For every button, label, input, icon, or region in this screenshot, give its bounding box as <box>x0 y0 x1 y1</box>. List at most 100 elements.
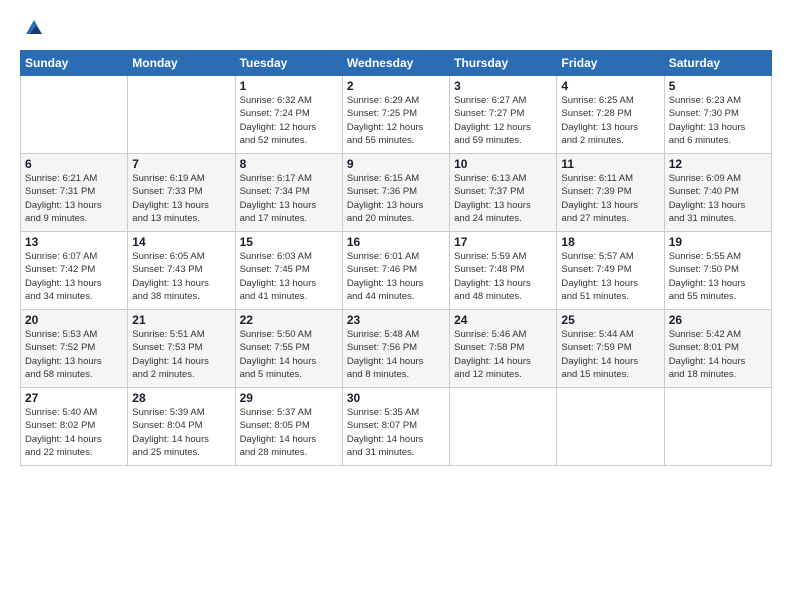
day-info: Sunrise: 6:29 AM Sunset: 7:25 PM Dayligh… <box>347 94 445 147</box>
day-number: 16 <box>347 235 445 249</box>
day-number: 12 <box>669 157 767 171</box>
calendar-cell: 22Sunrise: 5:50 AM Sunset: 7:55 PM Dayli… <box>235 310 342 388</box>
day-info: Sunrise: 5:53 AM Sunset: 7:52 PM Dayligh… <box>25 328 123 381</box>
day-number: 29 <box>240 391 338 405</box>
day-number: 28 <box>132 391 230 405</box>
calendar-cell <box>450 388 557 466</box>
calendar-header-row: SundayMondayTuesdayWednesdayThursdayFrid… <box>21 51 772 76</box>
day-info: Sunrise: 5:57 AM Sunset: 7:49 PM Dayligh… <box>561 250 659 303</box>
calendar-header-thursday: Thursday <box>450 51 557 76</box>
day-info: Sunrise: 5:44 AM Sunset: 7:59 PM Dayligh… <box>561 328 659 381</box>
day-number: 2 <box>347 79 445 93</box>
day-info: Sunrise: 6:03 AM Sunset: 7:45 PM Dayligh… <box>240 250 338 303</box>
calendar-cell: 5Sunrise: 6:23 AM Sunset: 7:30 PM Daylig… <box>664 76 771 154</box>
calendar-cell <box>128 76 235 154</box>
calendar-cell: 4Sunrise: 6:25 AM Sunset: 7:28 PM Daylig… <box>557 76 664 154</box>
calendar-cell: 27Sunrise: 5:40 AM Sunset: 8:02 PM Dayli… <box>21 388 128 466</box>
day-number: 14 <box>132 235 230 249</box>
calendar-week-3: 20Sunrise: 5:53 AM Sunset: 7:52 PM Dayli… <box>21 310 772 388</box>
calendar-cell: 30Sunrise: 5:35 AM Sunset: 8:07 PM Dayli… <box>342 388 449 466</box>
calendar-week-4: 27Sunrise: 5:40 AM Sunset: 8:02 PM Dayli… <box>21 388 772 466</box>
page: SundayMondayTuesdayWednesdayThursdayFrid… <box>0 0 792 612</box>
calendar-header-wednesday: Wednesday <box>342 51 449 76</box>
day-info: Sunrise: 6:13 AM Sunset: 7:37 PM Dayligh… <box>454 172 552 225</box>
day-number: 20 <box>25 313 123 327</box>
calendar-cell: 9Sunrise: 6:15 AM Sunset: 7:36 PM Daylig… <box>342 154 449 232</box>
calendar-cell: 29Sunrise: 5:37 AM Sunset: 8:05 PM Dayli… <box>235 388 342 466</box>
day-number: 1 <box>240 79 338 93</box>
calendar-cell: 18Sunrise: 5:57 AM Sunset: 7:49 PM Dayli… <box>557 232 664 310</box>
calendar-header-saturday: Saturday <box>664 51 771 76</box>
day-number: 17 <box>454 235 552 249</box>
calendar-cell: 24Sunrise: 5:46 AM Sunset: 7:58 PM Dayli… <box>450 310 557 388</box>
day-number: 25 <box>561 313 659 327</box>
day-number: 9 <box>347 157 445 171</box>
calendar-cell: 6Sunrise: 6:21 AM Sunset: 7:31 PM Daylig… <box>21 154 128 232</box>
day-number: 24 <box>454 313 552 327</box>
calendar-cell: 23Sunrise: 5:48 AM Sunset: 7:56 PM Dayli… <box>342 310 449 388</box>
day-info: Sunrise: 5:37 AM Sunset: 8:05 PM Dayligh… <box>240 406 338 459</box>
calendar-week-0: 1Sunrise: 6:32 AM Sunset: 7:24 PM Daylig… <box>21 76 772 154</box>
day-info: Sunrise: 6:09 AM Sunset: 7:40 PM Dayligh… <box>669 172 767 225</box>
day-number: 6 <box>25 157 123 171</box>
day-number: 8 <box>240 157 338 171</box>
day-number: 3 <box>454 79 552 93</box>
day-info: Sunrise: 6:32 AM Sunset: 7:24 PM Dayligh… <box>240 94 338 147</box>
calendar-header-monday: Monday <box>128 51 235 76</box>
calendar-header-tuesday: Tuesday <box>235 51 342 76</box>
calendar-cell: 19Sunrise: 5:55 AM Sunset: 7:50 PM Dayli… <box>664 232 771 310</box>
day-info: Sunrise: 5:42 AM Sunset: 8:01 PM Dayligh… <box>669 328 767 381</box>
day-number: 22 <box>240 313 338 327</box>
day-number: 15 <box>240 235 338 249</box>
calendar-header-friday: Friday <box>557 51 664 76</box>
day-info: Sunrise: 5:35 AM Sunset: 8:07 PM Dayligh… <box>347 406 445 459</box>
day-number: 30 <box>347 391 445 405</box>
calendar-cell: 20Sunrise: 5:53 AM Sunset: 7:52 PM Dayli… <box>21 310 128 388</box>
day-info: Sunrise: 5:39 AM Sunset: 8:04 PM Dayligh… <box>132 406 230 459</box>
day-number: 13 <box>25 235 123 249</box>
calendar-cell: 25Sunrise: 5:44 AM Sunset: 7:59 PM Dayli… <box>557 310 664 388</box>
logo-icon <box>22 16 46 40</box>
day-info: Sunrise: 6:19 AM Sunset: 7:33 PM Dayligh… <box>132 172 230 225</box>
calendar-cell: 10Sunrise: 6:13 AM Sunset: 7:37 PM Dayli… <box>450 154 557 232</box>
calendar-week-1: 6Sunrise: 6:21 AM Sunset: 7:31 PM Daylig… <box>21 154 772 232</box>
calendar-cell: 12Sunrise: 6:09 AM Sunset: 7:40 PM Dayli… <box>664 154 771 232</box>
day-info: Sunrise: 5:46 AM Sunset: 7:58 PM Dayligh… <box>454 328 552 381</box>
day-info: Sunrise: 5:55 AM Sunset: 7:50 PM Dayligh… <box>669 250 767 303</box>
calendar-cell: 11Sunrise: 6:11 AM Sunset: 7:39 PM Dayli… <box>557 154 664 232</box>
day-info: Sunrise: 5:48 AM Sunset: 7:56 PM Dayligh… <box>347 328 445 381</box>
day-number: 4 <box>561 79 659 93</box>
day-number: 23 <box>347 313 445 327</box>
day-info: Sunrise: 6:17 AM Sunset: 7:34 PM Dayligh… <box>240 172 338 225</box>
calendar-cell: 15Sunrise: 6:03 AM Sunset: 7:45 PM Dayli… <box>235 232 342 310</box>
calendar-cell: 21Sunrise: 5:51 AM Sunset: 7:53 PM Dayli… <box>128 310 235 388</box>
calendar-table: SundayMondayTuesdayWednesdayThursdayFrid… <box>20 50 772 466</box>
calendar-cell: 17Sunrise: 5:59 AM Sunset: 7:48 PM Dayli… <box>450 232 557 310</box>
day-info: Sunrise: 6:05 AM Sunset: 7:43 PM Dayligh… <box>132 250 230 303</box>
day-info: Sunrise: 6:27 AM Sunset: 7:27 PM Dayligh… <box>454 94 552 147</box>
calendar-cell: 14Sunrise: 6:05 AM Sunset: 7:43 PM Dayli… <box>128 232 235 310</box>
day-number: 26 <box>669 313 767 327</box>
day-number: 18 <box>561 235 659 249</box>
calendar-cell: 1Sunrise: 6:32 AM Sunset: 7:24 PM Daylig… <box>235 76 342 154</box>
calendar-cell <box>557 388 664 466</box>
calendar-cell: 8Sunrise: 6:17 AM Sunset: 7:34 PM Daylig… <box>235 154 342 232</box>
calendar-cell: 13Sunrise: 6:07 AM Sunset: 7:42 PM Dayli… <box>21 232 128 310</box>
day-number: 5 <box>669 79 767 93</box>
day-info: Sunrise: 6:07 AM Sunset: 7:42 PM Dayligh… <box>25 250 123 303</box>
calendar-header-sunday: Sunday <box>21 51 128 76</box>
day-info: Sunrise: 6:11 AM Sunset: 7:39 PM Dayligh… <box>561 172 659 225</box>
calendar-cell: 2Sunrise: 6:29 AM Sunset: 7:25 PM Daylig… <box>342 76 449 154</box>
calendar-cell: 3Sunrise: 6:27 AM Sunset: 7:27 PM Daylig… <box>450 76 557 154</box>
header <box>20 16 772 40</box>
calendar-week-2: 13Sunrise: 6:07 AM Sunset: 7:42 PM Dayli… <box>21 232 772 310</box>
day-info: Sunrise: 6:15 AM Sunset: 7:36 PM Dayligh… <box>347 172 445 225</box>
day-info: Sunrise: 6:23 AM Sunset: 7:30 PM Dayligh… <box>669 94 767 147</box>
day-info: Sunrise: 6:25 AM Sunset: 7:28 PM Dayligh… <box>561 94 659 147</box>
day-info: Sunrise: 5:51 AM Sunset: 7:53 PM Dayligh… <box>132 328 230 381</box>
day-info: Sunrise: 5:40 AM Sunset: 8:02 PM Dayligh… <box>25 406 123 459</box>
calendar-cell <box>664 388 771 466</box>
calendar-cell: 26Sunrise: 5:42 AM Sunset: 8:01 PM Dayli… <box>664 310 771 388</box>
day-info: Sunrise: 6:01 AM Sunset: 7:46 PM Dayligh… <box>347 250 445 303</box>
calendar-cell <box>21 76 128 154</box>
